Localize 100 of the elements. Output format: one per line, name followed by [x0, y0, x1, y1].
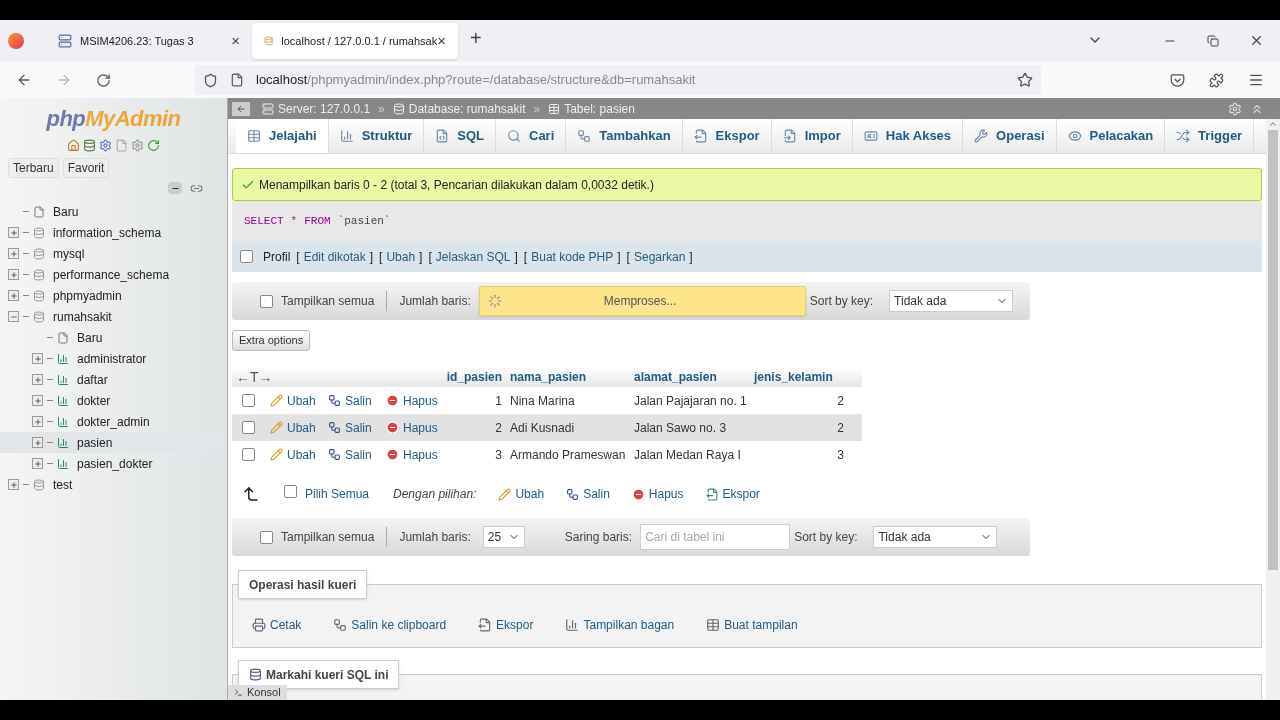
result-action-link[interactable]: Buat tampilan: [706, 616, 798, 634]
query-link[interactable]: Ubah: [386, 247, 416, 266]
expand-icon[interactable]: [8, 248, 19, 259]
tree-item[interactable]: administrator: [0, 348, 227, 369]
tab[interactable]: Ekspor: [682, 119, 772, 153]
settings-icon[interactable]: [131, 139, 144, 152]
close-tab-button[interactable]: ×: [437, 29, 446, 53]
row-action-link[interactable]: Hapus: [386, 418, 438, 437]
column-toggle[interactable]: ←T→: [232, 366, 446, 388]
scroll-up-icon[interactable]: [1268, 119, 1278, 129]
close-tab-button[interactable]: ×: [231, 29, 240, 53]
row-action-link[interactable]: Salin: [328, 445, 372, 464]
tab[interactable]: Cari: [496, 119, 567, 153]
row-action-link[interactable]: Salin: [328, 418, 372, 437]
bulk-action-button[interactable]: Salin: [566, 485, 610, 503]
tree-item[interactable]: Baru: [0, 201, 227, 222]
tree-item[interactable]: performance_schema: [0, 264, 227, 285]
tab[interactable]: Hak Akses: [852, 119, 964, 153]
new-tab-button[interactable]: +: [470, 23, 482, 53]
row-action-link[interactable]: Hapus: [386, 391, 438, 410]
extra-options-button[interactable]: Extra options: [232, 330, 311, 351]
tab[interactable]: Pelacakan: [1056, 119, 1166, 153]
scrollbar[interactable]: [1266, 119, 1280, 700]
expand-icon[interactable]: [32, 458, 43, 469]
tree-item[interactable]: dokter: [0, 390, 227, 411]
row-action-link[interactable]: Ubah: [270, 391, 316, 410]
checkbox[interactable]: [284, 485, 297, 498]
browser-tab[interactable]: MSIM4206.23: Tugas 3 ×: [46, 23, 252, 59]
tree-item[interactable]: mysql: [0, 243, 227, 264]
checkbox[interactable]: [240, 250, 253, 263]
bulk-action-button[interactable]: Ekspor: [705, 485, 760, 503]
bulk-action-button[interactable]: Hapus: [631, 485, 684, 503]
result-action-link[interactable]: Ekspor: [478, 616, 534, 634]
tab[interactable]: Impor: [771, 119, 853, 153]
checkbox[interactable]: [242, 394, 255, 407]
expand-icon[interactable]: [8, 269, 19, 280]
row-action-link[interactable]: Ubah: [270, 418, 316, 437]
checkbox[interactable]: [242, 448, 255, 461]
collapse-all-icon[interactable]: [168, 182, 182, 194]
expand-icon[interactable]: [8, 227, 19, 238]
tab[interactable]: Trigger: [1165, 119, 1255, 153]
select-all-link[interactable]: Pilih Semua: [305, 485, 370, 503]
link-icon[interactable]: [190, 182, 203, 195]
query-link[interactable]: Buat kode PHP: [531, 247, 614, 266]
tree-item[interactable]: pasien: [0, 432, 227, 453]
row-action-link[interactable]: Salin: [328, 391, 372, 410]
console-tab[interactable]: Konsol: [228, 685, 287, 700]
row-action-link[interactable]: Ubah: [270, 445, 316, 464]
document-icon[interactable]: [115, 139, 128, 152]
tree-item[interactable]: daftar: [0, 369, 227, 390]
query-link[interactable]: Segarkan: [633, 247, 686, 266]
sidebar-tab[interactable]: Favorit: [62, 158, 110, 178]
tab[interactable]: Jelajahi: [236, 119, 329, 153]
expand-icon[interactable]: [8, 290, 19, 301]
column-header[interactable]: alamat_pasien: [630, 368, 750, 386]
result-action-link[interactable]: Cetak: [252, 616, 302, 634]
dropdown[interactable]: 25: [482, 526, 525, 548]
expand-icon[interactable]: [32, 416, 43, 427]
tree-item[interactable]: pasien_dokter: [0, 453, 227, 474]
tree-item[interactable]: test: [0, 474, 227, 495]
column-header[interactable]: jenis_kelamin: [750, 368, 850, 386]
query-link[interactable]: Jelaskan SQL: [435, 247, 511, 266]
reload-icon[interactable]: [147, 139, 160, 152]
checkbox[interactable]: [260, 294, 273, 308]
tab[interactable]: Tambahkan: [566, 119, 683, 153]
column-header[interactable]: nama_pasien: [506, 368, 630, 386]
tree-item[interactable]: rumahsakit: [0, 306, 227, 327]
dropdown[interactable]: Tidak ada: [889, 290, 1014, 312]
dropdown[interactable]: Tidak ada: [873, 526, 998, 548]
database-icon[interactable]: [83, 139, 96, 152]
row-action-link[interactable]: Hapus: [386, 445, 438, 464]
tab[interactable]: SQL: [424, 119, 496, 153]
collapse-icon[interactable]: [8, 311, 19, 322]
expand-icon[interactable]: [8, 479, 19, 490]
expand-icon[interactable]: [32, 437, 43, 448]
bulk-action-button[interactable]: Ubah: [498, 485, 545, 503]
expand-icon[interactable]: [32, 353, 43, 364]
expand-icon[interactable]: [32, 395, 43, 406]
table-row[interactable]: Ubah Salin Hapus 2 Adi Kusnadi Jalan Sawo no. 3 2: [232, 414, 862, 441]
column-header[interactable]: id_pasien: [446, 368, 506, 386]
tree-item[interactable]: information_schema: [0, 222, 227, 243]
result-action-link[interactable]: Tampilkan bagan: [565, 616, 675, 634]
result-action-link[interactable]: Salin ke clipboard: [333, 616, 447, 634]
browser-tab[interactable]: localhost / 127.0.0.1 / rumahsak×: [252, 23, 458, 59]
tab[interactable]: Struktur: [328, 119, 425, 153]
expand-icon[interactable]: [32, 374, 43, 385]
tree-item[interactable]: phpmyadmin: [0, 285, 227, 306]
tree-item[interactable]: Baru: [0, 327, 227, 348]
page-icon: [230, 73, 244, 87]
browser-menu-icon[interactable]: [8, 33, 24, 49]
checkbox[interactable]: [260, 530, 273, 544]
query-link[interactable]: Edit dikotak: [303, 247, 366, 266]
home-icon[interactable]: [67, 139, 80, 152]
checkbox[interactable]: [242, 421, 255, 434]
address-bar[interactable]: localhost/phpmyadmin/index.php?route=/database/structure&db=rumahsakit: [195, 65, 1041, 95]
tree-item[interactable]: dokter_admin: [0, 411, 227, 432]
tab[interactable]: Operasi: [963, 119, 1057, 153]
filter-field[interactable]: Cari di tabel ini: [640, 524, 791, 550]
collapse-sidebar-icon[interactable]: [232, 101, 250, 116]
sidebar-tab[interactable]: Terbaru: [8, 158, 59, 178]
